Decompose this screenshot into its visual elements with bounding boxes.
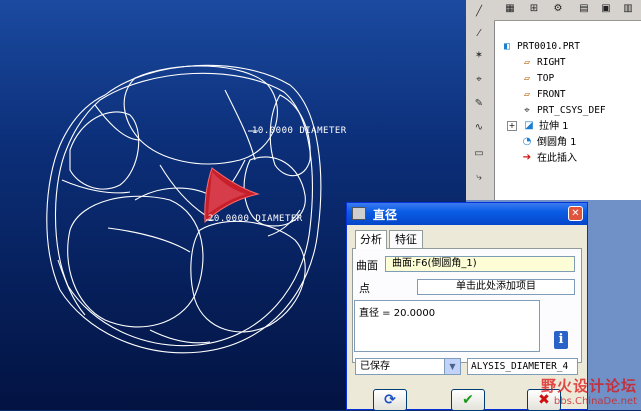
tree-columns-icon[interactable]: ▤ xyxy=(576,2,592,16)
datum-plane-icon: ▱ xyxy=(523,88,531,100)
surface-collector[interactable]: 曲面:F6(倒圆角_1) xyxy=(385,256,575,272)
surface-label: 曲面 xyxy=(356,259,378,272)
side-toolbar: ╱ ⁄ ✶ ⌖ ✎ ∿ ▭ ⤷ xyxy=(466,0,495,200)
tree-settings-icon[interactable]: ⚙ xyxy=(550,2,566,16)
csys-tool-icon[interactable]: ⌖ xyxy=(470,72,488,88)
tree-item-round[interactable]: ◔ 倒圆角 1 xyxy=(521,135,577,151)
datum-plane-icon: ▱ xyxy=(523,56,531,68)
saved-select-value: 已保存 xyxy=(360,361,390,372)
result-area: 直径 = 20.0000 xyxy=(354,300,540,352)
point-tool-icon[interactable]: ✶ xyxy=(470,48,488,64)
watermark-url: bbs.ChinaDe.net xyxy=(553,396,637,407)
part-icon: ◧ xyxy=(503,40,511,52)
point-label: 点 xyxy=(359,282,370,295)
expand-icon[interactable]: + xyxy=(507,121,517,131)
tree-item-extrude[interactable]: + ◪ 拉伸 1 xyxy=(507,119,569,135)
point-collector[interactable]: 单击此处添加项目 xyxy=(417,279,575,295)
tree-item-front[interactable]: ▱ FRONT xyxy=(521,87,566,103)
tree-filter-icon[interactable]: ⊞ xyxy=(526,2,542,16)
tree-item-csys[interactable]: ⌖ PRT_CSYS_DEF xyxy=(521,103,605,119)
saved-select[interactable]: 已保存 ▼ xyxy=(355,358,461,375)
tree-show-icon[interactable]: ▣ xyxy=(598,2,614,16)
model-tree: ◧ PRT0010.PRT ▱ RIGHT ▱ TOP ▱ FRONT ⌖ PRT_CSY… xyxy=(494,21,641,200)
tab-analysis[interactable]: 分析 xyxy=(355,230,387,249)
model-tree-toolbar: ▦ ⊞ ⚙ ▤ ▣ ▥ xyxy=(494,0,641,21)
repeat-button[interactable]: ⟳ xyxy=(373,389,407,411)
tree-options-icon[interactable]: ▥ xyxy=(620,2,636,16)
tree-item-right[interactable]: ▱ RIGHT xyxy=(521,55,566,71)
datum-plane-tool-icon[interactable]: ╱ xyxy=(470,4,488,20)
info-icon[interactable]: i xyxy=(554,331,568,349)
surface-tool-icon[interactable]: ▭ xyxy=(470,146,488,162)
datum-plane-icon: ▱ xyxy=(523,72,531,84)
tree-item-insert-here[interactable]: ➔ 在此插入 xyxy=(521,151,577,167)
diameter-label-1[interactable]: 10.0000 DIAMETER xyxy=(252,126,347,136)
diameter-label-2[interactable]: 20.0000 DIAMETER xyxy=(208,214,303,224)
tab-feature[interactable]: 特征 xyxy=(389,230,423,248)
diameter-result: 直径 = 20.0000 xyxy=(359,308,436,319)
checkmark-icon: ✔ xyxy=(462,392,474,408)
csys-icon: ⌖ xyxy=(524,104,530,116)
refresh-icon: ⟳ xyxy=(384,392,396,408)
ok-button[interactable]: ✔ xyxy=(451,389,485,411)
round-icon: ◔ xyxy=(522,136,532,147)
watermark-title: 野火设计论坛 xyxy=(540,377,637,395)
tree-item-part[interactable]: ◧ PRT0010.PRT xyxy=(501,39,580,55)
insert-tool-icon[interactable]: ⤷ xyxy=(470,170,488,186)
curve-tool-icon[interactable]: ∿ xyxy=(470,120,488,136)
sketch-tool-icon[interactable]: ✎ xyxy=(470,96,488,112)
extrude-icon: ◪ xyxy=(524,120,534,131)
close-icon[interactable]: ✕ xyxy=(568,206,583,221)
dialog-title: 直径 xyxy=(373,208,398,222)
tree-display-icon[interactable]: ▦ xyxy=(502,2,518,16)
analysis-name-field[interactable]: ALYSIS_DIAMETER_4 xyxy=(467,358,578,375)
dialog-app-icon xyxy=(352,207,366,220)
dialog-titlebar[interactable]: 直径 ✕ xyxy=(347,203,587,225)
axis-tool-icon[interactable]: ⁄ xyxy=(470,26,488,42)
insert-arrow-icon: ➔ xyxy=(522,152,532,163)
chevron-down-icon[interactable]: ▼ xyxy=(444,359,460,374)
tree-item-top[interactable]: ▱ TOP xyxy=(521,71,554,87)
